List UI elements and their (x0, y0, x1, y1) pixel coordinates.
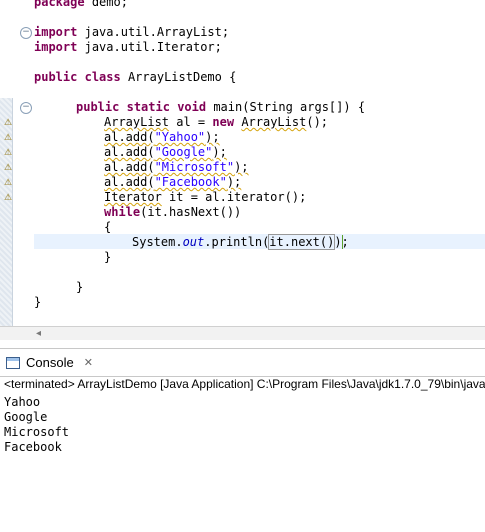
console-output-line: Microsoft (4, 425, 70, 439)
fold-minus-icon[interactable]: − (20, 27, 32, 39)
code-line-import-1: import java.util.ArrayList; (34, 25, 230, 39)
warning-icon[interactable]: ⚠ (2, 177, 14, 189)
warning-icon[interactable]: ⚠ (2, 192, 14, 204)
code-line-println: System.out.println(it.next()); (132, 234, 349, 250)
code-line-iterator: Iterator it = al.iterator(); (104, 190, 307, 204)
console-icon (6, 356, 20, 369)
console-status: <terminated> ArrayListDemo [Java Applica… (4, 377, 485, 391)
fold-minus-icon[interactable]: − (20, 102, 32, 114)
code-line-close-brace-while: } (104, 250, 112, 264)
code-line-open-brace: { (104, 220, 112, 234)
tab-console[interactable]: Console ✕ (6, 355, 93, 370)
code-line-add-microsoft: al.add("Microsoft"); (104, 160, 249, 174)
console-output-line: Facebook (4, 440, 62, 454)
console-tab-bar: Console ✕ (0, 349, 485, 377)
warning-icon[interactable]: ⚠ (2, 162, 14, 174)
tab-console-label: Console (26, 355, 74, 370)
code-line-while: while(it.hasNext()) (104, 205, 242, 219)
code-line-close-brace-class: } (34, 295, 42, 309)
code-editor[interactable]: − − ⚠ ⚠ ⚠ ⚠ ⚠ ⚠ package demo; import jav… (0, 0, 485, 328)
code-line-close-brace-main: } (76, 280, 84, 294)
console-output[interactable]: Yahoo Google Microsoft Facebook (4, 395, 69, 455)
code-line-class: public class ArrayListDemo { (34, 70, 237, 84)
code-line-add-yahoo: al.add("Yahoo"); (104, 130, 220, 144)
code-line-package: package demo; (34, 0, 128, 9)
horizontal-scrollbar[interactable]: ◂ (0, 326, 485, 341)
warning-icon[interactable]: ⚠ (2, 132, 14, 144)
close-icon[interactable]: ✕ (84, 356, 93, 369)
warning-icon[interactable]: ⚠ (2, 117, 14, 129)
code-line-add-facebook: al.add("Facebook"); (104, 175, 242, 189)
text-cursor (342, 235, 343, 249)
panel-divider[interactable] (0, 340, 485, 349)
code-line-add-google: al.add("Google"); (104, 145, 227, 159)
code-line-arraylist: ArrayList al = new ArrayList(); (104, 115, 329, 129)
scroll-left-arrow-icon[interactable]: ◂ (36, 327, 41, 341)
code-line-main: public static void main(String args[]) { (76, 100, 366, 114)
console-output-line: Google (4, 410, 48, 424)
console-output-line: Yahoo (4, 395, 41, 409)
code-line-import-2: import java.util.Iterator; (34, 40, 222, 54)
warning-icon[interactable]: ⚠ (2, 147, 14, 159)
